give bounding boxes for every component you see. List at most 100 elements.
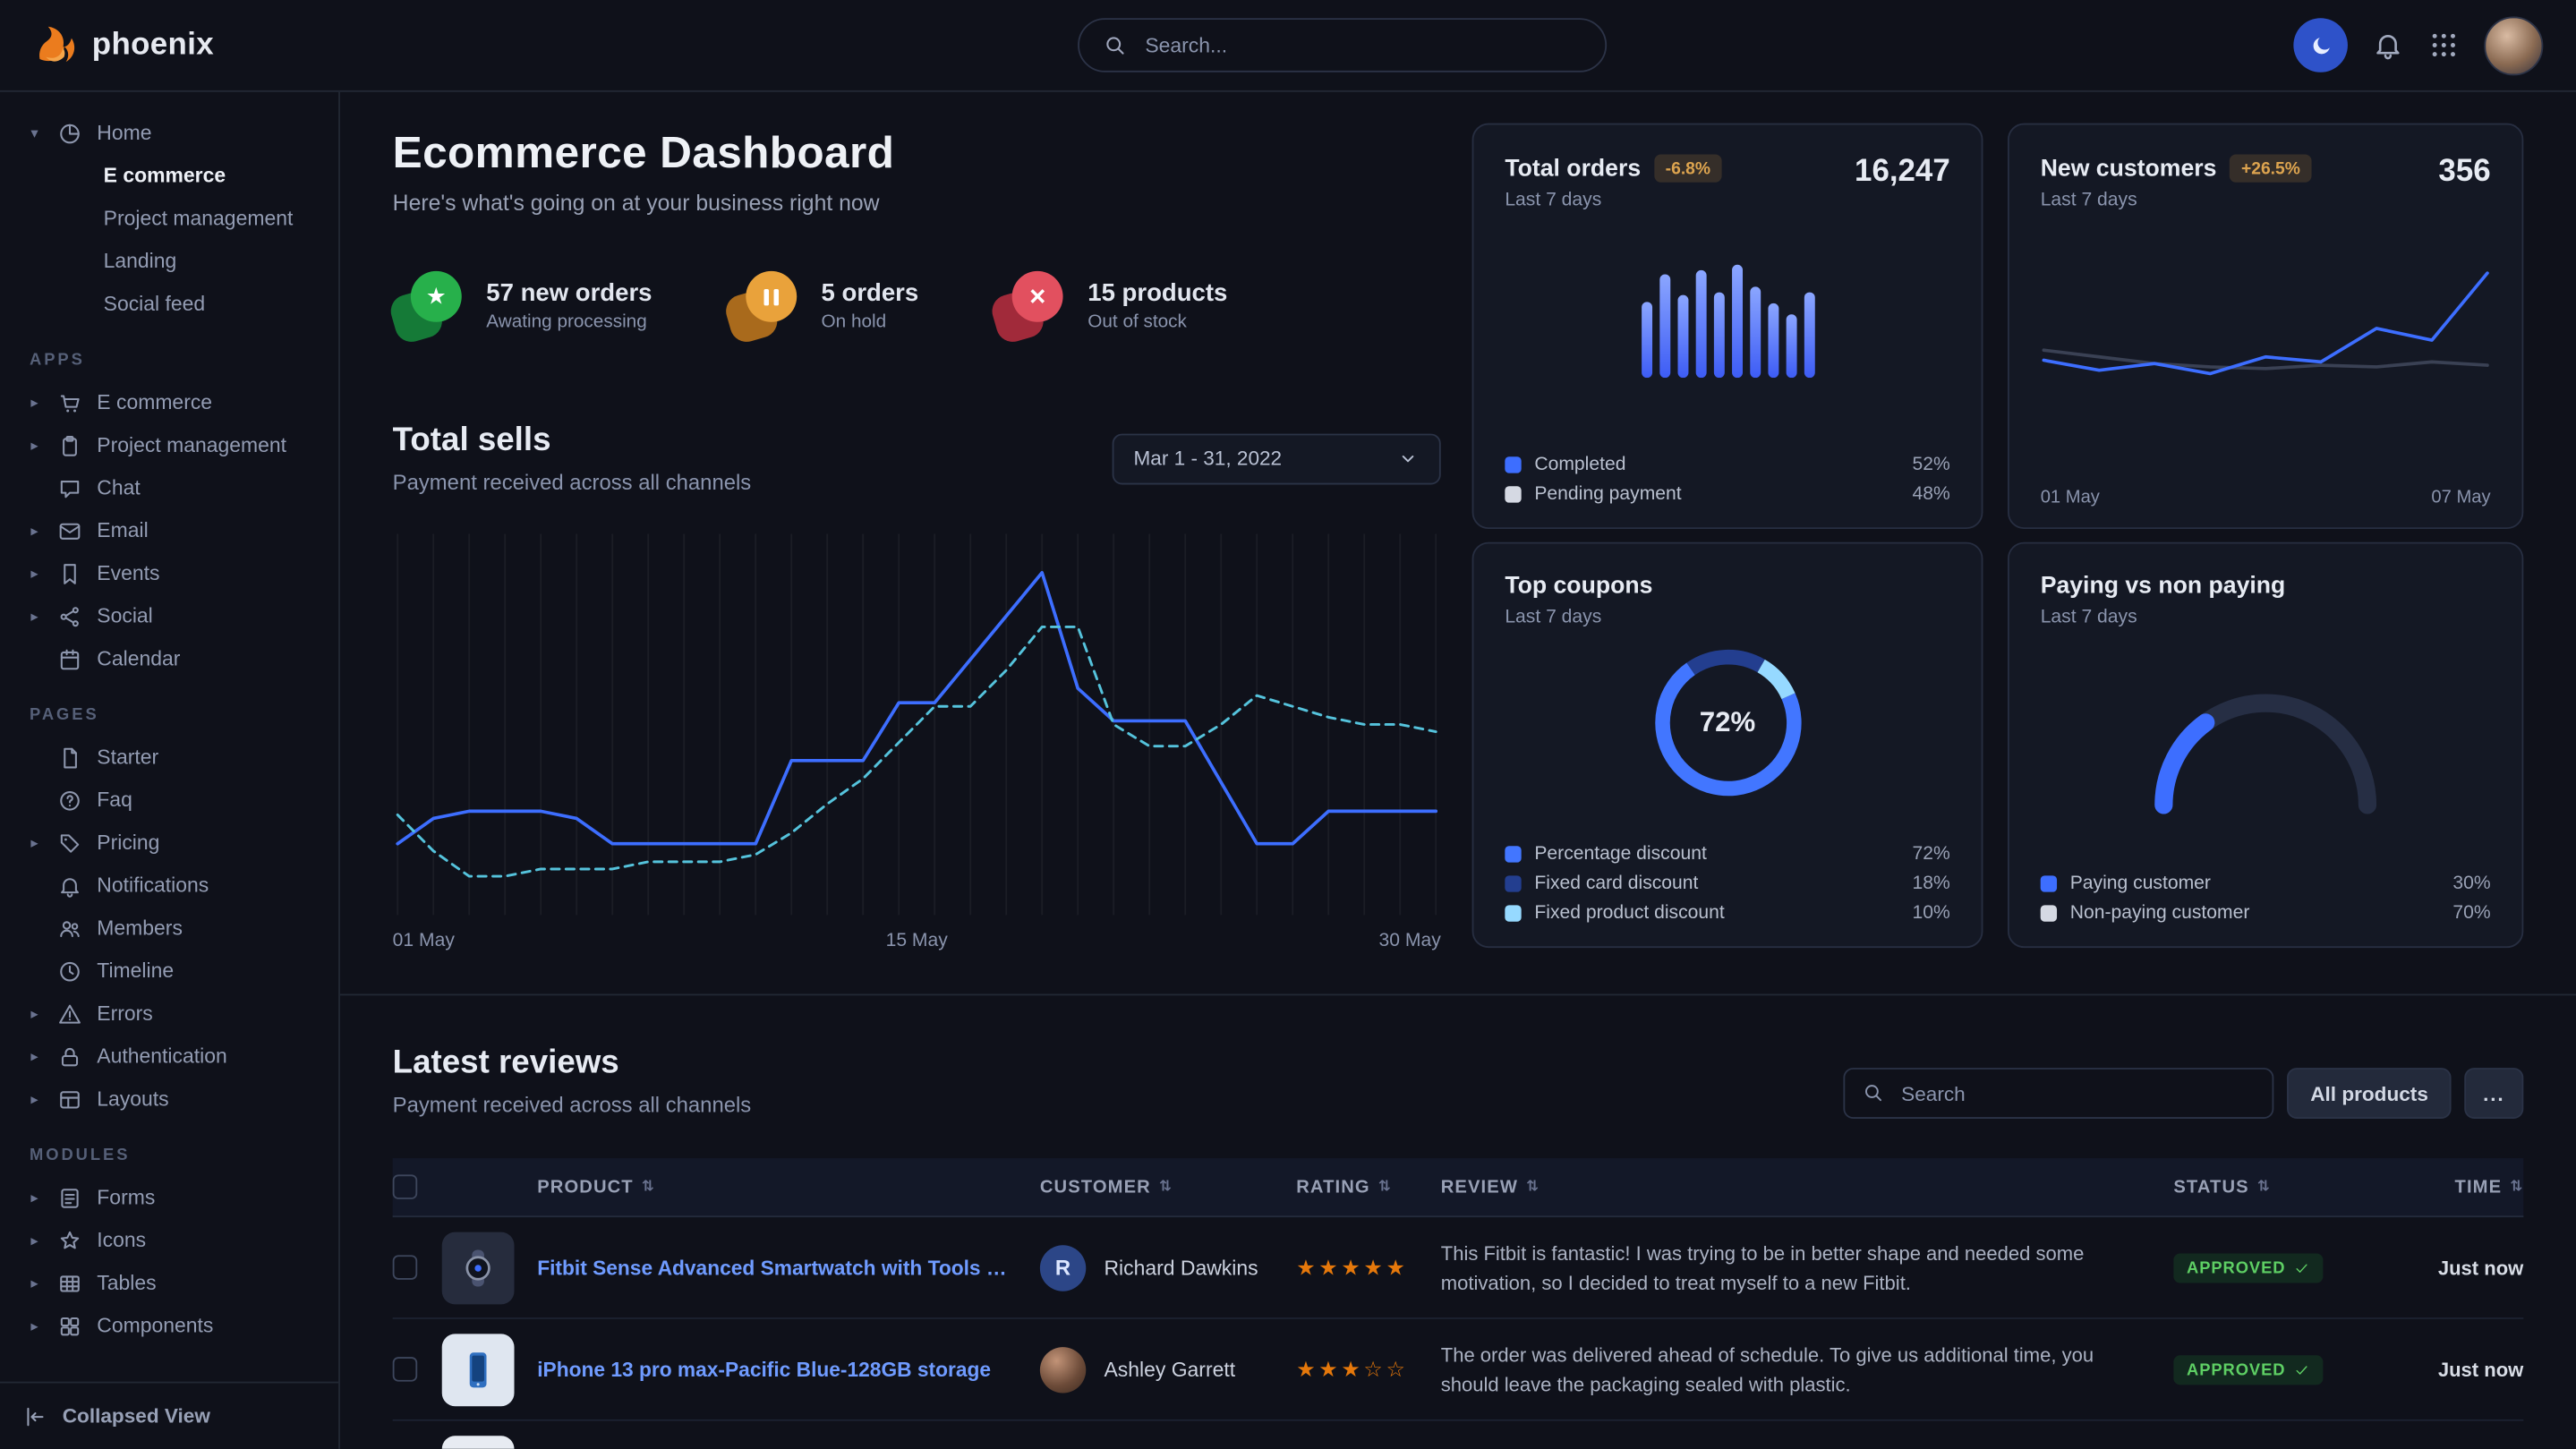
total-orders-value: 16,247	[1855, 155, 1950, 191]
brand-logo[interactable]: phoenix	[33, 23, 214, 68]
sidebar-item-tables[interactable]: ▸Tables	[16, 1262, 321, 1305]
sidebar-item-authentication[interactable]: ▸Authentication	[16, 1035, 321, 1078]
collapsed-view-toggle[interactable]: Collapsed View	[0, 1382, 338, 1449]
caret-right-icon: ▸	[26, 1004, 42, 1022]
quick-stat: ×15 productsOut of stock	[994, 271, 1228, 340]
sidebar-item-label: Project management	[97, 434, 286, 457]
paying-gauge-chart	[2041, 647, 2491, 818]
sidebar-item-layouts[interactable]: ▸Layouts	[16, 1078, 321, 1121]
main-content: Ecommerce Dashboard Here's what's going …	[340, 92, 2576, 1449]
reviews-table-header: PRODUCT⇅ CUSTOMER⇅ RATING⇅ REVIEW⇅ STATU…	[393, 1158, 2524, 1217]
sidebar-subitem-landing[interactable]: Landing	[16, 240, 321, 283]
sidebar-item-components[interactable]: ▸Components	[16, 1304, 321, 1347]
sidebar-item-label: Errors	[97, 1002, 152, 1026]
date-range-select[interactable]: Mar 1 - 31, 2022	[1113, 433, 1441, 484]
sidebar-item-social[interactable]: ▸Social	[16, 594, 321, 637]
sidebar-section-label: MODULES	[30, 1146, 322, 1164]
customer-avatar: R	[1040, 1244, 1086, 1290]
reviews-title: Latest reviews	[393, 1044, 752, 1082]
users-icon	[57, 916, 82, 941]
sidebar-item-timeline[interactable]: Timeline	[16, 950, 321, 993]
sort-icon[interactable]: ⇅	[1526, 1178, 1540, 1196]
sidebar-item-faq[interactable]: Faq	[16, 779, 321, 822]
card-title: Paying vs non paying	[2041, 574, 2286, 600]
caret-right-icon: ▸	[26, 1274, 42, 1291]
reviews-controls: All products ...	[1844, 1068, 2523, 1119]
new-customers-value: 356	[2438, 155, 2490, 191]
column-header: STATUS	[2173, 1177, 2248, 1197]
total-orders-legend: Completed52%Pending payment48%	[1505, 455, 1949, 504]
sort-icon[interactable]: ⇅	[642, 1178, 655, 1196]
sidebar-item-chat[interactable]: Chat	[16, 466, 321, 509]
global-search-input[interactable]	[1142, 32, 1582, 58]
page-title: Ecommerce Dashboard	[393, 128, 1441, 179]
dashboard-top-section: Ecommerce Dashboard Here's what's going …	[393, 92, 2524, 994]
sidebar-item-label: Notifications	[97, 874, 209, 897]
user-avatar[interactable]	[2484, 15, 2543, 74]
bell-icon	[2372, 30, 2403, 61]
file-icon	[57, 745, 82, 770]
sidebar-item-label: Timeline	[97, 959, 174, 983]
caret-right-icon: ▸	[26, 564, 42, 582]
caret-right-icon: ▸	[26, 436, 42, 454]
sort-icon[interactable]: ⇅	[1159, 1178, 1173, 1196]
column-header: REVIEW	[1441, 1177, 1518, 1197]
sidebar-item-starter[interactable]: Starter	[16, 736, 321, 779]
row-checkbox[interactable]	[393, 1255, 418, 1280]
sidebar-item-home[interactable]: ▾Home	[16, 112, 321, 155]
sort-icon[interactable]: ⇅	[1378, 1178, 1392, 1196]
sidebar-item-pricing[interactable]: ▸Pricing	[16, 822, 321, 865]
search-icon	[1103, 30, 1128, 60]
product-link[interactable]: iPhone 13 pro max-Pacific Blue-128GB sto…	[537, 1358, 1040, 1381]
all-products-button[interactable]: All products	[2288, 1068, 2452, 1119]
sidebar-item-notifications[interactable]: Notifications	[16, 864, 321, 907]
quick-stat: ★57 new ordersAwating processing	[393, 271, 653, 340]
latest-reviews-section: Latest reviews Payment received across a…	[393, 995, 2524, 1449]
apps-grid-button[interactable]	[2428, 30, 2460, 61]
product-link[interactable]: Fitbit Sense Advanced Smartwatch with To…	[537, 1256, 1040, 1279]
sidebar-item-events[interactable]: ▸Events	[16, 552, 321, 595]
star-icon	[57, 1228, 82, 1253]
legend-item: Paying customer30%	[2041, 874, 2491, 893]
page-subtitle: Here's what's going on at your business …	[393, 191, 1441, 216]
more-options-button[interactable]: ...	[2464, 1068, 2523, 1119]
global-search[interactable]	[1078, 18, 1607, 72]
column-header: PRODUCT	[537, 1177, 634, 1197]
column-header: CUSTOMER	[1040, 1177, 1151, 1197]
review-row: Fitbit Sense Advanced Smartwatch with To…	[393, 1217, 2524, 1319]
notifications-button[interactable]	[2372, 30, 2403, 61]
collapse-icon	[23, 1404, 48, 1429]
moon-icon	[2307, 32, 2333, 58]
sidebar-item-label: Faq	[97, 788, 132, 812]
sidebar-item-errors[interactable]: ▸ Errors	[16, 993, 321, 1036]
legend-item: Fixed card discount18%	[1505, 874, 1949, 893]
sidebar-item-calendar[interactable]: Calendar	[16, 637, 321, 680]
sidebar-item-e-commerce[interactable]: ▸E commerce	[16, 381, 321, 424]
sort-icon[interactable]: ⇅	[2257, 1178, 2271, 1196]
reviews-search-input[interactable]	[1898, 1080, 2256, 1106]
sidebar-subitem-social-feed[interactable]: Social feed	[16, 283, 321, 326]
product-thumbnail	[442, 1435, 515, 1449]
card-period: Last 7 days	[2041, 191, 2312, 210]
sidebar-item-project-management[interactable]: ▸ Project management	[16, 424, 321, 467]
product-thumbnail	[442, 1334, 515, 1406]
select-all-checkbox[interactable]	[393, 1174, 418, 1199]
sidebar-item-forms[interactable]: ▸Forms	[16, 1176, 321, 1219]
pause-icon	[746, 271, 797, 322]
reviews-search[interactable]	[1844, 1068, 2274, 1119]
grid-dots-icon	[2428, 30, 2460, 61]
sidebar-item-icons[interactable]: ▸Icons	[16, 1219, 321, 1262]
sidebar-item-members[interactable]: Members	[16, 907, 321, 950]
sidebar-item-email[interactable]: ▸Email	[16, 509, 321, 552]
sort-icon[interactable]: ⇅	[2510, 1178, 2523, 1196]
date-range-value: Mar 1 - 31, 2022	[1133, 447, 1282, 470]
chat-icon	[57, 475, 82, 500]
row-checkbox[interactable]	[393, 1357, 418, 1382]
cart-icon	[57, 390, 82, 415]
sidebar-item-label: Chat	[97, 476, 140, 499]
sidebar-subitem-e-commerce[interactable]: E commerce	[16, 155, 321, 198]
theme-toggle-button[interactable]	[2293, 18, 2348, 72]
sidebar-subitem-project-management[interactable]: Project management	[16, 197, 321, 240]
total-sells-line-chart	[393, 527, 1441, 922]
rating-stars: ★★★☆☆	[1296, 1356, 1408, 1381]
